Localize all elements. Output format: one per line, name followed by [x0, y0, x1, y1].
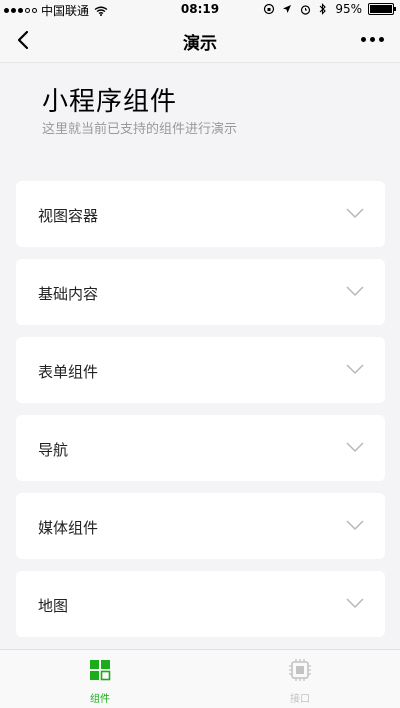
page-title: 小程序组件: [42, 87, 178, 117]
tab-bar: 组件 接口: [0, 649, 400, 708]
alarm-icon: [299, 3, 311, 15]
status-right: 95%: [263, 2, 396, 16]
tab-api[interactable]: 接口: [240, 658, 360, 705]
category-label: 表单组件: [38, 363, 99, 381]
bluetooth-icon: [317, 3, 329, 15]
category-label: 导航: [38, 441, 69, 459]
navigation-bar: 演示: [0, 18, 400, 63]
category-label: 地图: [38, 597, 69, 615]
category-label: 媒体组件: [38, 519, 99, 537]
page-description: 这里就当前已支持的组件进行演示: [42, 122, 238, 137]
chevron-down-icon: [346, 286, 364, 297]
category-item[interactable]: 媒体组件: [16, 493, 385, 559]
battery-percent: 95%: [335, 2, 362, 16]
chevron-down-icon: [346, 364, 364, 375]
location-arrow-icon: [281, 3, 293, 15]
tab-label: 接口: [290, 694, 310, 705]
category-item[interactable]: 视图容器: [16, 181, 385, 247]
tab-components[interactable]: 组件: [40, 658, 160, 705]
more-options-button[interactable]: [361, 37, 384, 42]
category-item[interactable]: 导航: [16, 415, 385, 481]
category-item[interactable]: 表单组件: [16, 337, 385, 403]
rotation-lock-icon: [263, 3, 275, 15]
page-content: 小程序组件 这里就当前已支持的组件进行演示 视图容器 基础内容 表单组件 导航 …: [0, 63, 400, 648]
category-list: 视图容器 基础内容 表单组件 导航 媒体组件 地图: [16, 181, 385, 649]
tab-label: 组件: [90, 694, 110, 705]
chevron-down-icon: [346, 208, 364, 219]
status-bar: 中国联通 08:19 95%: [0, 0, 400, 18]
chevron-down-icon: [346, 442, 364, 453]
battery-icon: [368, 3, 396, 15]
mini-program-demo-screen: 中国联通 08:19 95% 演示 小程序组件 这里就当前已支持的组件进行演示 …: [0, 0, 400, 708]
nav-title: 演示: [183, 34, 217, 54]
chevron-down-icon: [346, 520, 364, 531]
api-chip-icon: [289, 659, 311, 681]
category-item[interactable]: 基础内容: [16, 259, 385, 325]
more-dots-icon: [361, 37, 366, 42]
category-label: 基础内容: [38, 285, 99, 303]
category-item[interactable]: 地图: [16, 571, 385, 637]
chevron-down-icon: [346, 598, 364, 609]
category-label: 视图容器: [38, 207, 99, 225]
components-grid-icon: [90, 660, 111, 681]
